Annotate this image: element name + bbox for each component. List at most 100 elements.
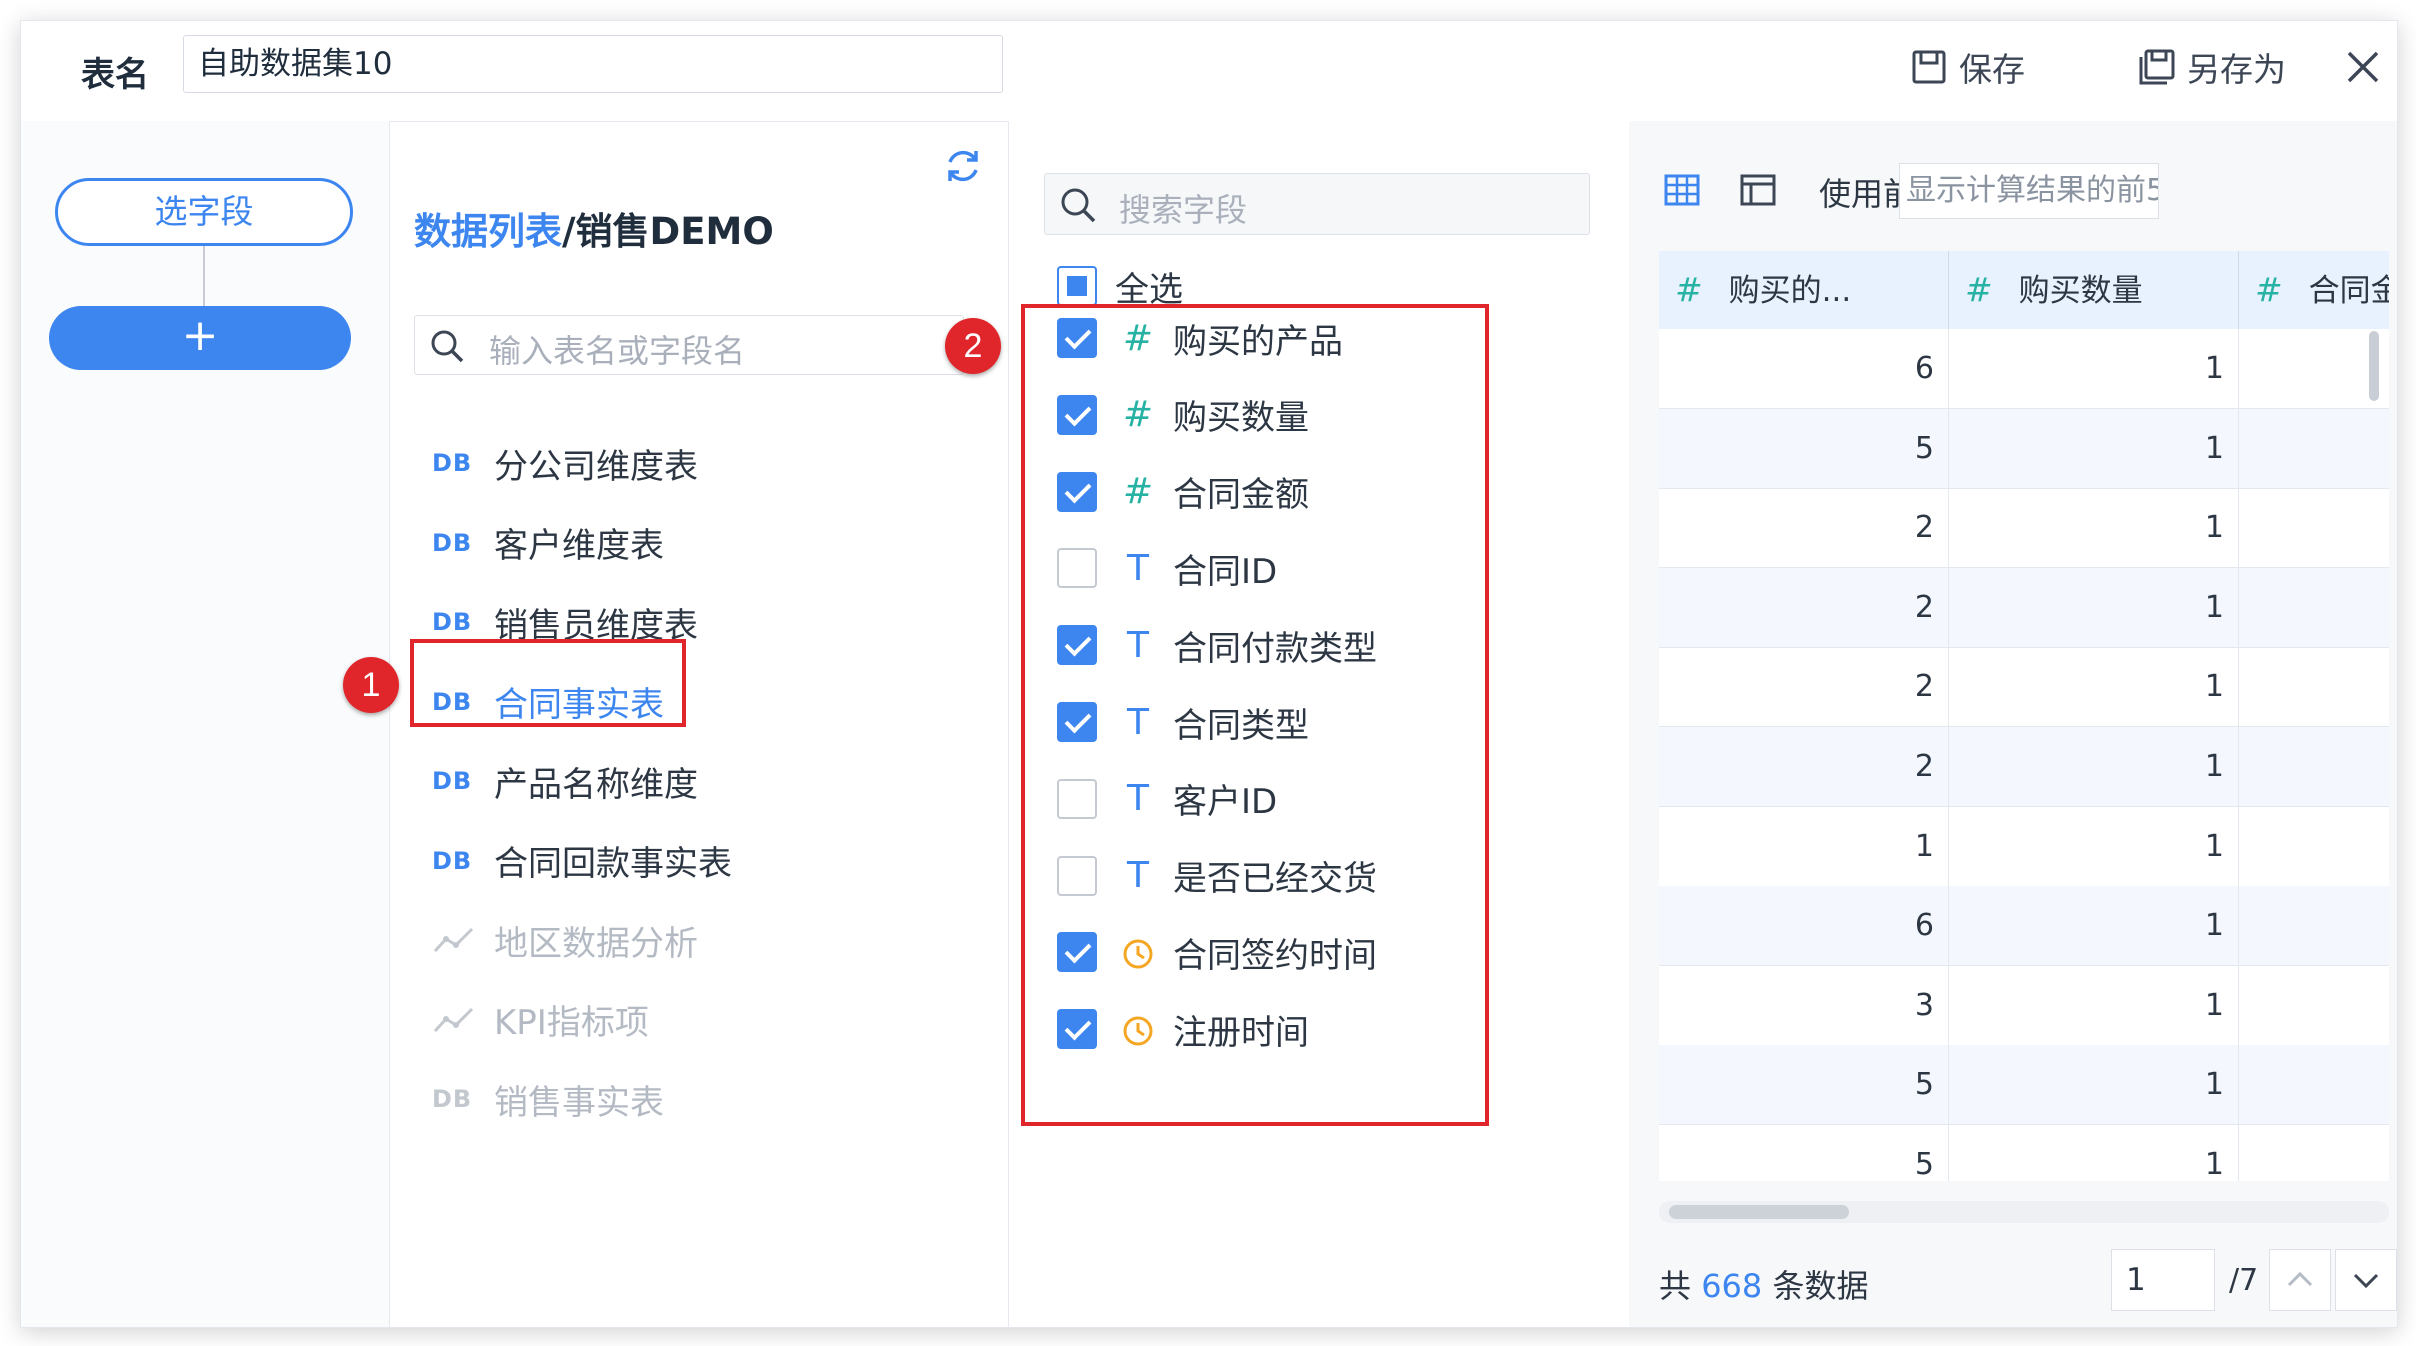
- table-list-label: 地区数据分析: [494, 923, 698, 964]
- chevron-up-icon: [2287, 1271, 2313, 1287]
- table-cell: 6: [1659, 329, 1949, 409]
- table-cell: 2: [1659, 567, 1949, 648]
- row-count-text: 共 668 条数据: [1659, 1261, 1868, 1307]
- number-type-icon: #: [2255, 270, 2283, 309]
- table-cell: [2239, 568, 2389, 648]
- prev-page-button[interactable]: [2269, 1249, 2331, 1311]
- table-row: 61: [1659, 329, 2389, 409]
- next-page-button[interactable]: [2335, 1249, 2397, 1311]
- table-cell: 1: [1949, 488, 2239, 569]
- table-name-input[interactable]: 自助数据集10: [183, 35, 1003, 93]
- table-cell: 5: [1659, 1045, 1949, 1126]
- table-cell: [2239, 807, 2389, 887]
- grid-view-icon[interactable]: [1663, 171, 1701, 209]
- table-cell: [2239, 409, 2389, 489]
- search-icon: [431, 330, 464, 363]
- table-cell: [2239, 1125, 2389, 1181]
- column-header-label: 购买数量: [2018, 273, 2143, 309]
- close-icon[interactable]: [2343, 47, 2383, 87]
- table-cell: 1: [1949, 965, 2239, 1046]
- table-search-input[interactable]: 输入表名或字段名: [414, 315, 964, 375]
- save-icon: [1912, 50, 1946, 84]
- table-cell: 1: [1949, 408, 2239, 489]
- save-button[interactable]: 保存: [1909, 43, 2025, 91]
- field-search-input[interactable]: 搜索字段: [1044, 173, 1590, 235]
- save-as-label: 另存为: [2187, 50, 2286, 89]
- save-as-button[interactable]: 另存为: [2137, 43, 2286, 91]
- column-header[interactable]: # 购买的...: [1659, 251, 1949, 329]
- table-row: 51: [1659, 408, 2389, 489]
- analysis-icon: [433, 927, 474, 953]
- table-cell: 1: [1949, 806, 2239, 887]
- breadcrumb-data-list-link[interactable]: 数据列表: [414, 210, 562, 253]
- table-cell: 5: [1659, 1125, 1949, 1181]
- column-header-label: 购买的...: [1728, 273, 1852, 309]
- column-header[interactable]: # 合同金: [2239, 251, 2389, 329]
- table-cell: [2239, 647, 2389, 728]
- page-number-input[interactable]: 1: [2111, 1249, 2215, 1311]
- table-cell: 2: [1659, 647, 1949, 728]
- table-list-item[interactable]: DB 客户维度表: [432, 513, 664, 573]
- annotation-badge-2: 2: [945, 318, 1001, 374]
- table-row: 31: [1659, 965, 2389, 1046]
- table-cell: [2239, 1045, 2389, 1126]
- table-list-label: 客户维度表: [494, 526, 664, 566]
- table-row: 51: [1659, 1045, 2389, 1126]
- breadcrumb-current: 销售DEMO: [575, 210, 774, 253]
- save-label: 保存: [1959, 50, 2025, 89]
- layout-view-icon[interactable]: [1739, 171, 1777, 209]
- preview-table: #购买的...#购买数量#合同金 6151212121211161315151: [1659, 251, 2389, 1181]
- table-cell: 1: [1949, 647, 2239, 728]
- table-row: 21: [1659, 488, 2389, 569]
- table-list-label: 合同回款事实表: [494, 844, 732, 884]
- table-row: 21: [1659, 647, 2389, 728]
- vertical-scrollbar[interactable]: [2369, 331, 2379, 401]
- refresh-icon[interactable]: [942, 145, 984, 187]
- editor-header: 表名 自助数据集10 保存 另存为: [21, 21, 2397, 122]
- table-list-item[interactable]: DB 销售事实表: [432, 1069, 664, 1129]
- calc-mode-tooltip: 显示计算结果的前500行数据: [1899, 163, 2159, 219]
- preview-toolbar: [1663, 163, 1815, 217]
- step-panel: 选字段 +: [21, 121, 390, 1327]
- column-header-label: 合同金: [2308, 273, 2389, 309]
- row-count-value: 668: [1701, 1267, 1763, 1305]
- column-header[interactable]: # 购买数量: [1949, 251, 2239, 329]
- table-row: 11: [1659, 806, 2389, 887]
- table-cell: 5: [1659, 408, 1949, 489]
- table-list-item[interactable]: 地区数据分析: [432, 910, 698, 970]
- db-icon: DB: [432, 528, 473, 557]
- breadcrumb-separator: /: [562, 210, 576, 253]
- field-search-placeholder: 搜索字段: [1119, 191, 1248, 229]
- table-cell: 1: [1949, 567, 2239, 648]
- row-count-suffix: 条数据: [1772, 1267, 1869, 1305]
- table-list-item[interactable]: DB 产品名称维度: [432, 751, 698, 811]
- table-cell: [2239, 727, 2389, 807]
- table-list-label: 分公司维度表: [494, 446, 698, 487]
- table-cell: 2: [1659, 488, 1949, 569]
- number-type-icon: #: [1965, 270, 1993, 309]
- annotation-box-table: [410, 639, 686, 727]
- table-cell: 1: [1949, 727, 2239, 807]
- db-icon: DB: [432, 846, 473, 875]
- table-cell: [2239, 966, 2389, 1046]
- select-all-checkbox[interactable]: [1057, 266, 1097, 306]
- dataset-editor-window: 表名 自助数据集10 保存 另存为 选字段 + 数据列表/销售DEMO 输入表名…: [20, 20, 2398, 1328]
- table-list-item[interactable]: DB 分公司维度表: [432, 433, 698, 493]
- save-as-icon: [2139, 49, 2175, 85]
- table-search-placeholder: 输入表名或字段名: [489, 332, 746, 370]
- table-list-item[interactable]: KPI指标项: [432, 990, 649, 1050]
- add-step-button[interactable]: +: [49, 306, 351, 370]
- table-cell: 1: [1949, 1045, 2239, 1126]
- horizontal-scrollbar[interactable]: [1669, 1205, 1849, 1219]
- table-cell: [2239, 886, 2389, 967]
- table-row: 21: [1659, 567, 2389, 648]
- search-icon: [1061, 188, 1096, 223]
- db-icon: DB: [432, 449, 473, 477]
- annotation-box-fields: [1021, 304, 1489, 1126]
- db-icon: DB: [432, 767, 473, 795]
- table-list-label: 产品名称维度: [494, 764, 698, 805]
- table-list-item[interactable]: DB 合同回款事实表: [432, 831, 732, 891]
- chevron-down-icon: [2353, 1273, 2379, 1289]
- select-fields-step[interactable]: 选字段: [55, 178, 353, 246]
- table-row: 61: [1659, 886, 2389, 967]
